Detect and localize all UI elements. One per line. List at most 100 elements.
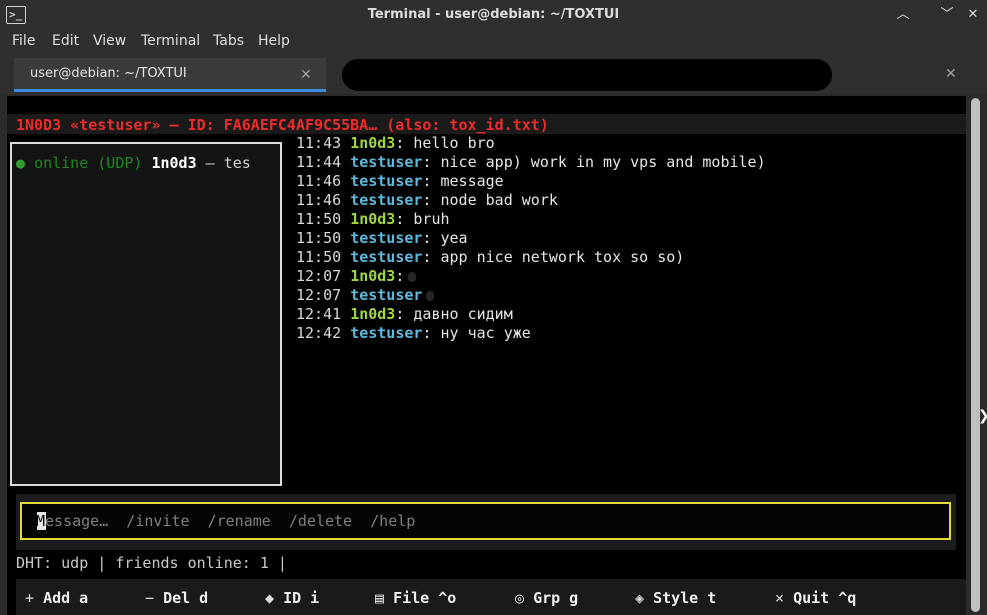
quit-button[interactable]: × Quit ^q <box>775 589 856 607</box>
delete-button[interactable]: − Del d <box>145 589 208 607</box>
close-icon: × <box>775 589 785 607</box>
menu-view[interactable]: View <box>93 33 126 49</box>
window-title: Terminal - user@debian: ~/TOXTUI <box>367 7 620 22</box>
message-time: 11:43 <box>296 134 342 152</box>
tab2-close-icon[interactable]: ✕ <box>945 66 957 82</box>
file-icon: ▤ <box>375 589 385 607</box>
terminal-view[interactable]: 1N0D3 «testuser» — ID: FA6AEFC4AF9C55BA…… <box>7 96 966 615</box>
minus-icon: − <box>145 589 155 607</box>
close-window-icon[interactable]: ✕ <box>964 6 982 24</box>
message-nick: testuser <box>350 191 423 209</box>
style-icon: ◈ <box>635 589 645 607</box>
scrollbar-thumb[interactable] <box>971 98 980 612</box>
tab-active-label: user@debian: ~/TOXTUI <box>30 66 187 81</box>
message-text: : ну час уже <box>422 324 531 342</box>
message-text: : node bad work <box>422 191 558 209</box>
chat-message: 12:07 testuser <box>296 286 435 305</box>
message-time: 12:42 <box>296 324 342 342</box>
input-area: Message… /invite /rename /delete /help <box>16 494 956 550</box>
minimize-down-icon[interactable]: ﹀ <box>938 6 956 24</box>
message-time: 11:46 <box>296 172 342 190</box>
mouse-pointer-icon: ❯ <box>978 408 987 428</box>
message-time: 11:50 <box>296 248 342 266</box>
chat-message: 11:50 testuser: yea <box>296 229 468 248</box>
menu-edit[interactable]: Edit <box>52 33 79 49</box>
redacted-text <box>408 271 417 282</box>
message-text: : hello bro <box>395 134 495 152</box>
contact-status: online (UDP) <box>34 154 143 172</box>
input-placeholder-text: essage… /invite /rename /delete /help <box>45 512 416 530</box>
menu-tabs[interactable]: Tabs <box>213 33 244 49</box>
chat-message: 12:42 testuser: ну час уже <box>296 324 531 343</box>
message-time: 12:07 <box>296 286 342 304</box>
add-button[interactable]: + Add a <box>25 589 88 607</box>
message-text: : yea <box>422 229 468 247</box>
group-icon: ◎ <box>515 589 525 607</box>
contact-item[interactable]: ● online (UDP) 1n0d3 — tes <box>16 154 278 172</box>
window-titlebar: >_ Terminal - user@debian: ~/TOXTUI ︿ ﹀ … <box>0 0 987 30</box>
input-placeholder: Message… /invite /rename /delete /help <box>36 512 415 530</box>
contact-alias: — tes <box>196 154 251 172</box>
quit-button-label: Quit ^q <box>793 589 857 607</box>
message-nick: testuser <box>350 286 423 304</box>
menu-help[interactable]: Help <box>258 33 290 49</box>
tab-close-icon[interactable]: ✕ <box>300 67 312 83</box>
message-time: 12:41 <box>296 305 342 323</box>
message-nick: testuser <box>350 172 423 190</box>
cursor-char: M <box>36 512 46 530</box>
terminal-scrollbar[interactable] <box>966 96 987 615</box>
message-input[interactable]: Message… /invite /rename /delete /help <box>20 502 951 540</box>
message-time: 12:07 <box>296 267 342 285</box>
message-nick: testuser <box>350 229 423 247</box>
message-text: : message <box>422 172 504 190</box>
menu-file[interactable]: File <box>12 33 35 49</box>
group-button[interactable]: ◎ Grp g <box>515 589 578 607</box>
diamond-icon: ◆ <box>265 589 275 607</box>
chat-message: 11:50 1n0d3: bruh <box>296 210 450 229</box>
chat-message: 11:44 testuser: nice app) work in my vps… <box>296 153 766 172</box>
chat-message: 11:43 1n0d3: hello bro <box>296 134 495 153</box>
message-nick: testuser <box>350 248 423 266</box>
message-nick: testuser <box>350 153 423 171</box>
chat-message: 12:07 1n0d3: <box>296 267 417 286</box>
menubar: File Edit View Terminal Tabs Help <box>0 30 987 54</box>
group-button-label: Grp g <box>533 589 579 607</box>
message-nick: 1n0d3 <box>350 134 396 152</box>
profile-header: 1N0D3 «testuser» — ID: FA6AEFC4AF9C55BA…… <box>16 116 549 134</box>
message-nick: 1n0d3 <box>350 305 396 323</box>
footer-bar: + Add a − Del d ◆ ID i ▤ File ^o ◎ Grp g… <box>16 579 966 615</box>
message-nick: 1n0d3 <box>350 267 396 285</box>
chat-message: 11:46 testuser: node bad work <box>296 191 558 210</box>
message-time: 11:50 <box>296 229 342 247</box>
message-text: : bruh <box>395 210 450 228</box>
file-button[interactable]: ▤ File ^o <box>375 589 456 607</box>
contacts-panel: ● online (UDP) 1n0d3 — tes <box>10 142 282 486</box>
message-text: : <box>395 267 405 285</box>
message-time: 11:50 <box>296 210 342 228</box>
chat-message: 12:41 1n0d3: давно сидим <box>296 305 513 324</box>
redacted-text <box>426 290 435 301</box>
style-button[interactable]: ◈ Style t <box>635 589 716 607</box>
message-nick: 1n0d3 <box>350 210 396 228</box>
id-button-label: ID i <box>283 589 320 607</box>
tab-redacted-title[interactable] <box>342 59 832 91</box>
message-text: : nice app) work in my vps and mobile) <box>422 153 766 171</box>
status-line: DHT: udp | friends online: 1 | <box>16 554 287 572</box>
delete-button-label: Del d <box>163 589 209 607</box>
chat-message: 11:50 testuser: app nice network tox so … <box>296 248 684 267</box>
online-status-icon: ● <box>16 154 26 172</box>
message-time: 11:44 <box>296 153 342 171</box>
chat-message: 11:46 testuser: message <box>296 172 504 191</box>
add-button-label: Add a <box>43 589 89 607</box>
style-button-label: Style t <box>653 589 717 607</box>
plus-icon: + <box>25 589 35 607</box>
chat-log: 11:43 1n0d3: hello bro 11:44 testuser: n… <box>296 134 966 484</box>
maximize-up-icon[interactable]: ︿ <box>894 6 912 24</box>
id-button[interactable]: ◆ ID i <box>265 589 319 607</box>
menu-terminal[interactable]: Terminal <box>141 33 200 49</box>
message-text: : давно сидим <box>395 305 513 323</box>
message-nick: testuser <box>350 324 423 342</box>
tab-active[interactable]: user@debian: ~/TOXTUI ✕ <box>14 58 326 92</box>
file-button-label: File ^o <box>393 589 457 607</box>
message-text: : app nice network tox so so) <box>422 248 685 266</box>
